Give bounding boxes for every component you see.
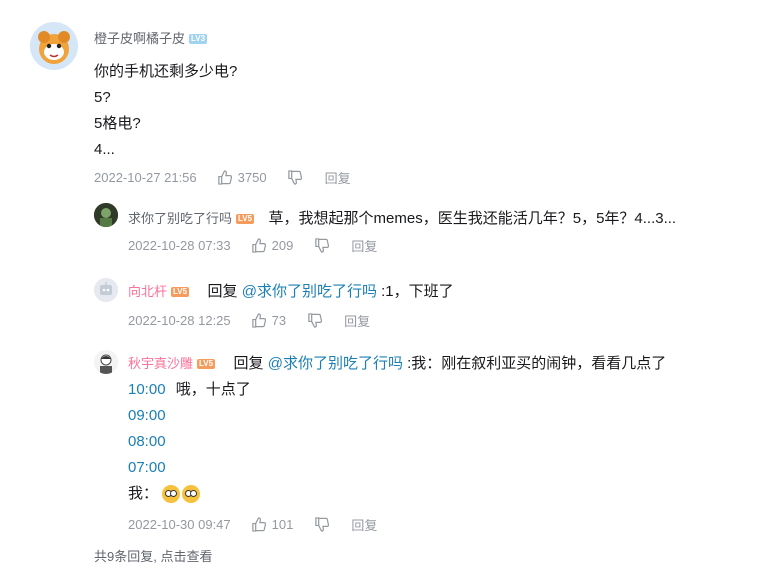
thumbs-up-icon[interactable] xyxy=(217,170,233,186)
reply-row: 求你了别吃了行吗 LV5 草，我想起那个memes，医生我还能活几年？5，5年？4… xyxy=(128,206,768,232)
main-comment-line: 4... xyxy=(94,141,115,158)
mention-link[interactable]: @求你了别吃了行吗 xyxy=(242,283,377,300)
thumbs-down-icon[interactable] xyxy=(287,170,303,186)
like-count: 73 xyxy=(271,313,287,328)
thumbs-down-icon[interactable] xyxy=(313,238,329,254)
time-link[interactable]: 09:00 xyxy=(128,403,251,429)
main-comment-meta: 2022-10-27 21:56 3750 回复 xyxy=(94,168,351,187)
reply-text: 草，我想起那个memes，医生我还能活几年？5，5年？4...3... xyxy=(268,210,677,227)
thumbs-down-icon[interactable] xyxy=(313,517,329,533)
mention-link[interactable]: @求你了别吃了行吗 xyxy=(268,355,403,372)
thumbs-up-icon[interactable] xyxy=(251,238,267,254)
reply-meta: 2022-10-30 09:47 101 回复 xyxy=(128,515,377,534)
time-link[interactable]: 10:00 xyxy=(128,381,166,398)
reply-button[interactable]: 回复 xyxy=(351,236,377,255)
reply-meta: 2022-10-28 12:25 73 回复 xyxy=(128,311,370,330)
main-comment-header: 橙子皮啊橘子皮 LV3 xyxy=(94,28,208,48)
reply-username[interactable]: 向北杆 xyxy=(128,284,167,299)
time-link[interactable]: 08:00 xyxy=(128,429,251,455)
reply-meta: 2022-10-28 07:33 209 回复 xyxy=(128,236,377,255)
time-link[interactable]: 07:00 xyxy=(128,455,251,481)
reply-text: :1，下班了 xyxy=(376,283,454,300)
avatar-reply-user[interactable] xyxy=(94,278,118,302)
reply-row: 秋宇真沙雕 LV5 回复 @求你了别吃了行吗 :我：刚在叙利亚买的闹钟，看看几点了 xyxy=(128,351,666,377)
comment-date: 2022-10-27 21:56 xyxy=(94,170,197,185)
like-count: 209 xyxy=(271,238,294,253)
avatar-reply-user[interactable] xyxy=(94,350,118,374)
reply-button[interactable]: 回复 xyxy=(325,168,351,187)
dizzy-emoji-icon xyxy=(182,485,201,504)
main-username[interactable]: 橙子皮啊橘子皮 xyxy=(94,31,185,46)
avatar-main-user[interactable] xyxy=(30,22,78,70)
reply-date: 2022-10-28 07:33 xyxy=(128,238,231,253)
main-comment-line: 5格电? xyxy=(94,115,141,132)
reply-line-text: 我： xyxy=(128,485,159,502)
main-comment-line: 你的手机还剩多少电? xyxy=(94,63,238,80)
reply-line: 我： xyxy=(128,481,251,507)
level-badge: LV5 xyxy=(197,358,216,369)
reply-button[interactable]: 回复 xyxy=(351,515,377,534)
thumbs-up-icon[interactable] xyxy=(251,313,267,329)
main-comment-text: 你的手机还剩多少电? 5? 5格电? 4... xyxy=(94,59,237,163)
avatar-reply-user[interactable] xyxy=(94,203,118,227)
reply-button[interactable]: 回复 xyxy=(344,311,370,330)
reply-row: 向北杆 LV5 回复 @求你了别吃了行吗 :1，下班了 xyxy=(128,279,454,305)
level-badge: LV3 xyxy=(189,33,208,44)
like-count: 101 xyxy=(271,517,294,532)
dizzy-emoji-icon xyxy=(162,485,181,504)
reply-username[interactable]: 求你了别吃了行吗 xyxy=(128,211,232,226)
reply-line: 10:00 哦，十点了 xyxy=(128,377,251,403)
level-badge: LV5 xyxy=(171,286,190,297)
reply-continuation: 10:00 哦，十点了 09:00 08:00 07:00 我： xyxy=(128,377,251,507)
reply-line-text: 哦，十点了 xyxy=(175,381,251,398)
view-more-replies-link[interactable]: 共9条回复, 点击查看 xyxy=(94,546,212,565)
thumbs-up-icon[interactable] xyxy=(251,517,267,533)
like-count: 3750 xyxy=(237,170,267,185)
reply-text: :我：刚在叙利亚买的闹钟，看看几点了 xyxy=(402,355,667,372)
reply-prefix: 回复 xyxy=(233,355,268,372)
reply-date: 2022-10-28 12:25 xyxy=(128,313,231,328)
level-badge: LV5 xyxy=(236,213,255,224)
thumbs-down-icon[interactable] xyxy=(306,313,322,329)
main-comment-line: 5? xyxy=(94,89,111,106)
reply-username[interactable]: 秋宇真沙雕 xyxy=(128,356,193,371)
reply-date: 2022-10-30 09:47 xyxy=(128,517,231,532)
reply-prefix: 回复 xyxy=(207,283,242,300)
